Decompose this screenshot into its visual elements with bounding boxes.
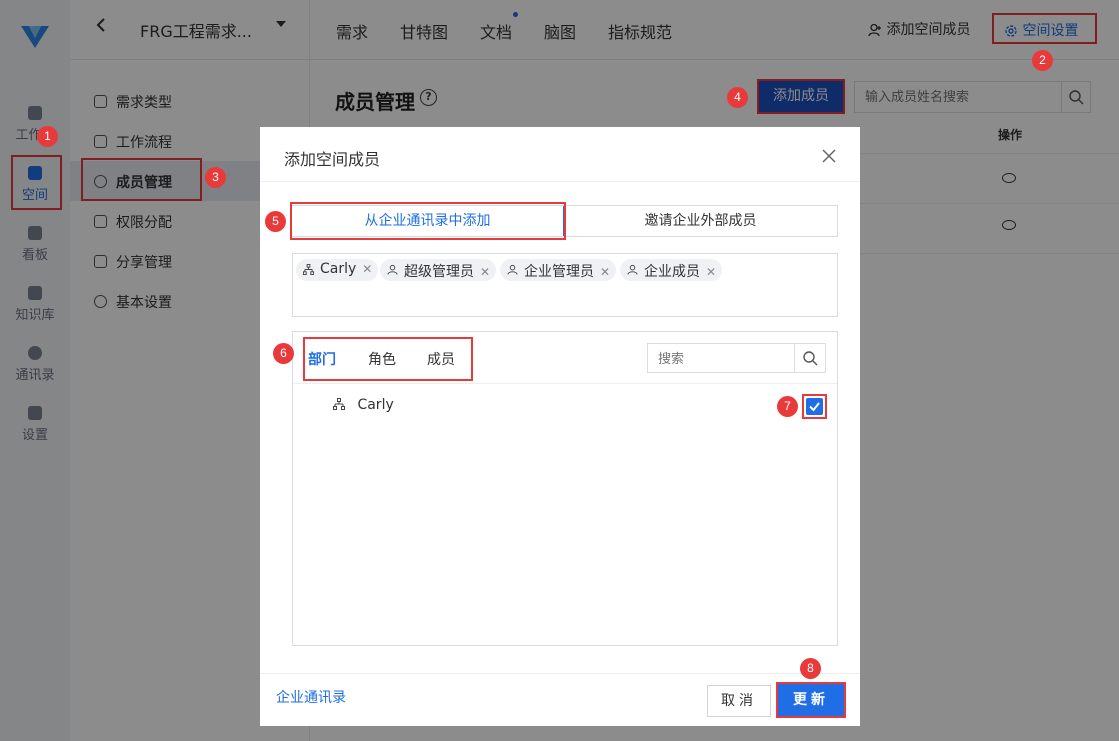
- selected-chip: 超级管理员 ✕: [380, 259, 497, 281]
- step-badge: 2: [1032, 50, 1053, 71]
- divider: [293, 383, 837, 384]
- selected-chip: 企业管理员 ✕: [500, 259, 617, 281]
- step-badge: 3: [205, 167, 226, 188]
- chip-label: 企业成员: [644, 264, 700, 280]
- step-badge: 7: [777, 396, 798, 417]
- cancel-button[interactable]: 取消: [707, 685, 771, 717]
- step-badge: 1: [37, 126, 58, 147]
- search-button[interactable]: [794, 343, 826, 373]
- close-icon[interactable]: [822, 144, 836, 168]
- tree-item-department[interactable]: Carly: [333, 397, 394, 413]
- selected-chip: Carly ✕: [296, 259, 379, 281]
- divider: [260, 673, 860, 674]
- step-badge: 4: [727, 87, 748, 108]
- divider: [260, 181, 860, 182]
- selected-chip: 企业成员 ✕: [620, 259, 723, 281]
- tab-invite-external[interactable]: 邀请企业外部成员: [564, 206, 837, 236]
- selected-members-box: Carly ✕ 超级管理员 ✕ 企业管理员 ✕ 企业成员 ✕: [292, 253, 838, 317]
- remove-icon[interactable]: ✕: [600, 265, 610, 279]
- member-picker: 部门 角色 成员 Carly: [292, 331, 838, 646]
- user-icon: [627, 264, 638, 275]
- search-icon: [803, 351, 818, 366]
- update-button[interactable]: 更新: [776, 682, 846, 718]
- remove-icon[interactable]: ✕: [362, 262, 372, 276]
- user-icon: [387, 264, 398, 275]
- add-space-member-dialog: 添加空间成员 从企业通讯录中添加 邀请企业外部成员 Carly ✕ 超级管理员 ✕ …: [260, 127, 860, 726]
- remove-icon[interactable]: ✕: [706, 265, 716, 279]
- step-badge: 8: [800, 658, 821, 679]
- highlight-box-tab: [290, 202, 566, 240]
- chip-label: 超级管理员: [404, 264, 474, 280]
- highlight-box-checkbox: [802, 394, 827, 419]
- org-icon: [303, 264, 314, 275]
- chip-label: Carly: [320, 261, 357, 277]
- remove-icon[interactable]: ✕: [480, 265, 490, 279]
- dialog-title: 添加空间成员: [284, 150, 381, 169]
- picker-search-input[interactable]: [647, 343, 795, 373]
- directory-link[interactable]: 企业通讯录: [276, 687, 346, 707]
- org-icon: [333, 398, 345, 410]
- highlight-box-picker-tabs: [303, 337, 473, 381]
- step-badge: 6: [273, 343, 294, 364]
- tree-item-label: Carly: [357, 397, 394, 413]
- step-badge: 5: [265, 211, 286, 232]
- user-icon: [507, 264, 518, 275]
- chip-label: 企业管理员: [524, 264, 594, 280]
